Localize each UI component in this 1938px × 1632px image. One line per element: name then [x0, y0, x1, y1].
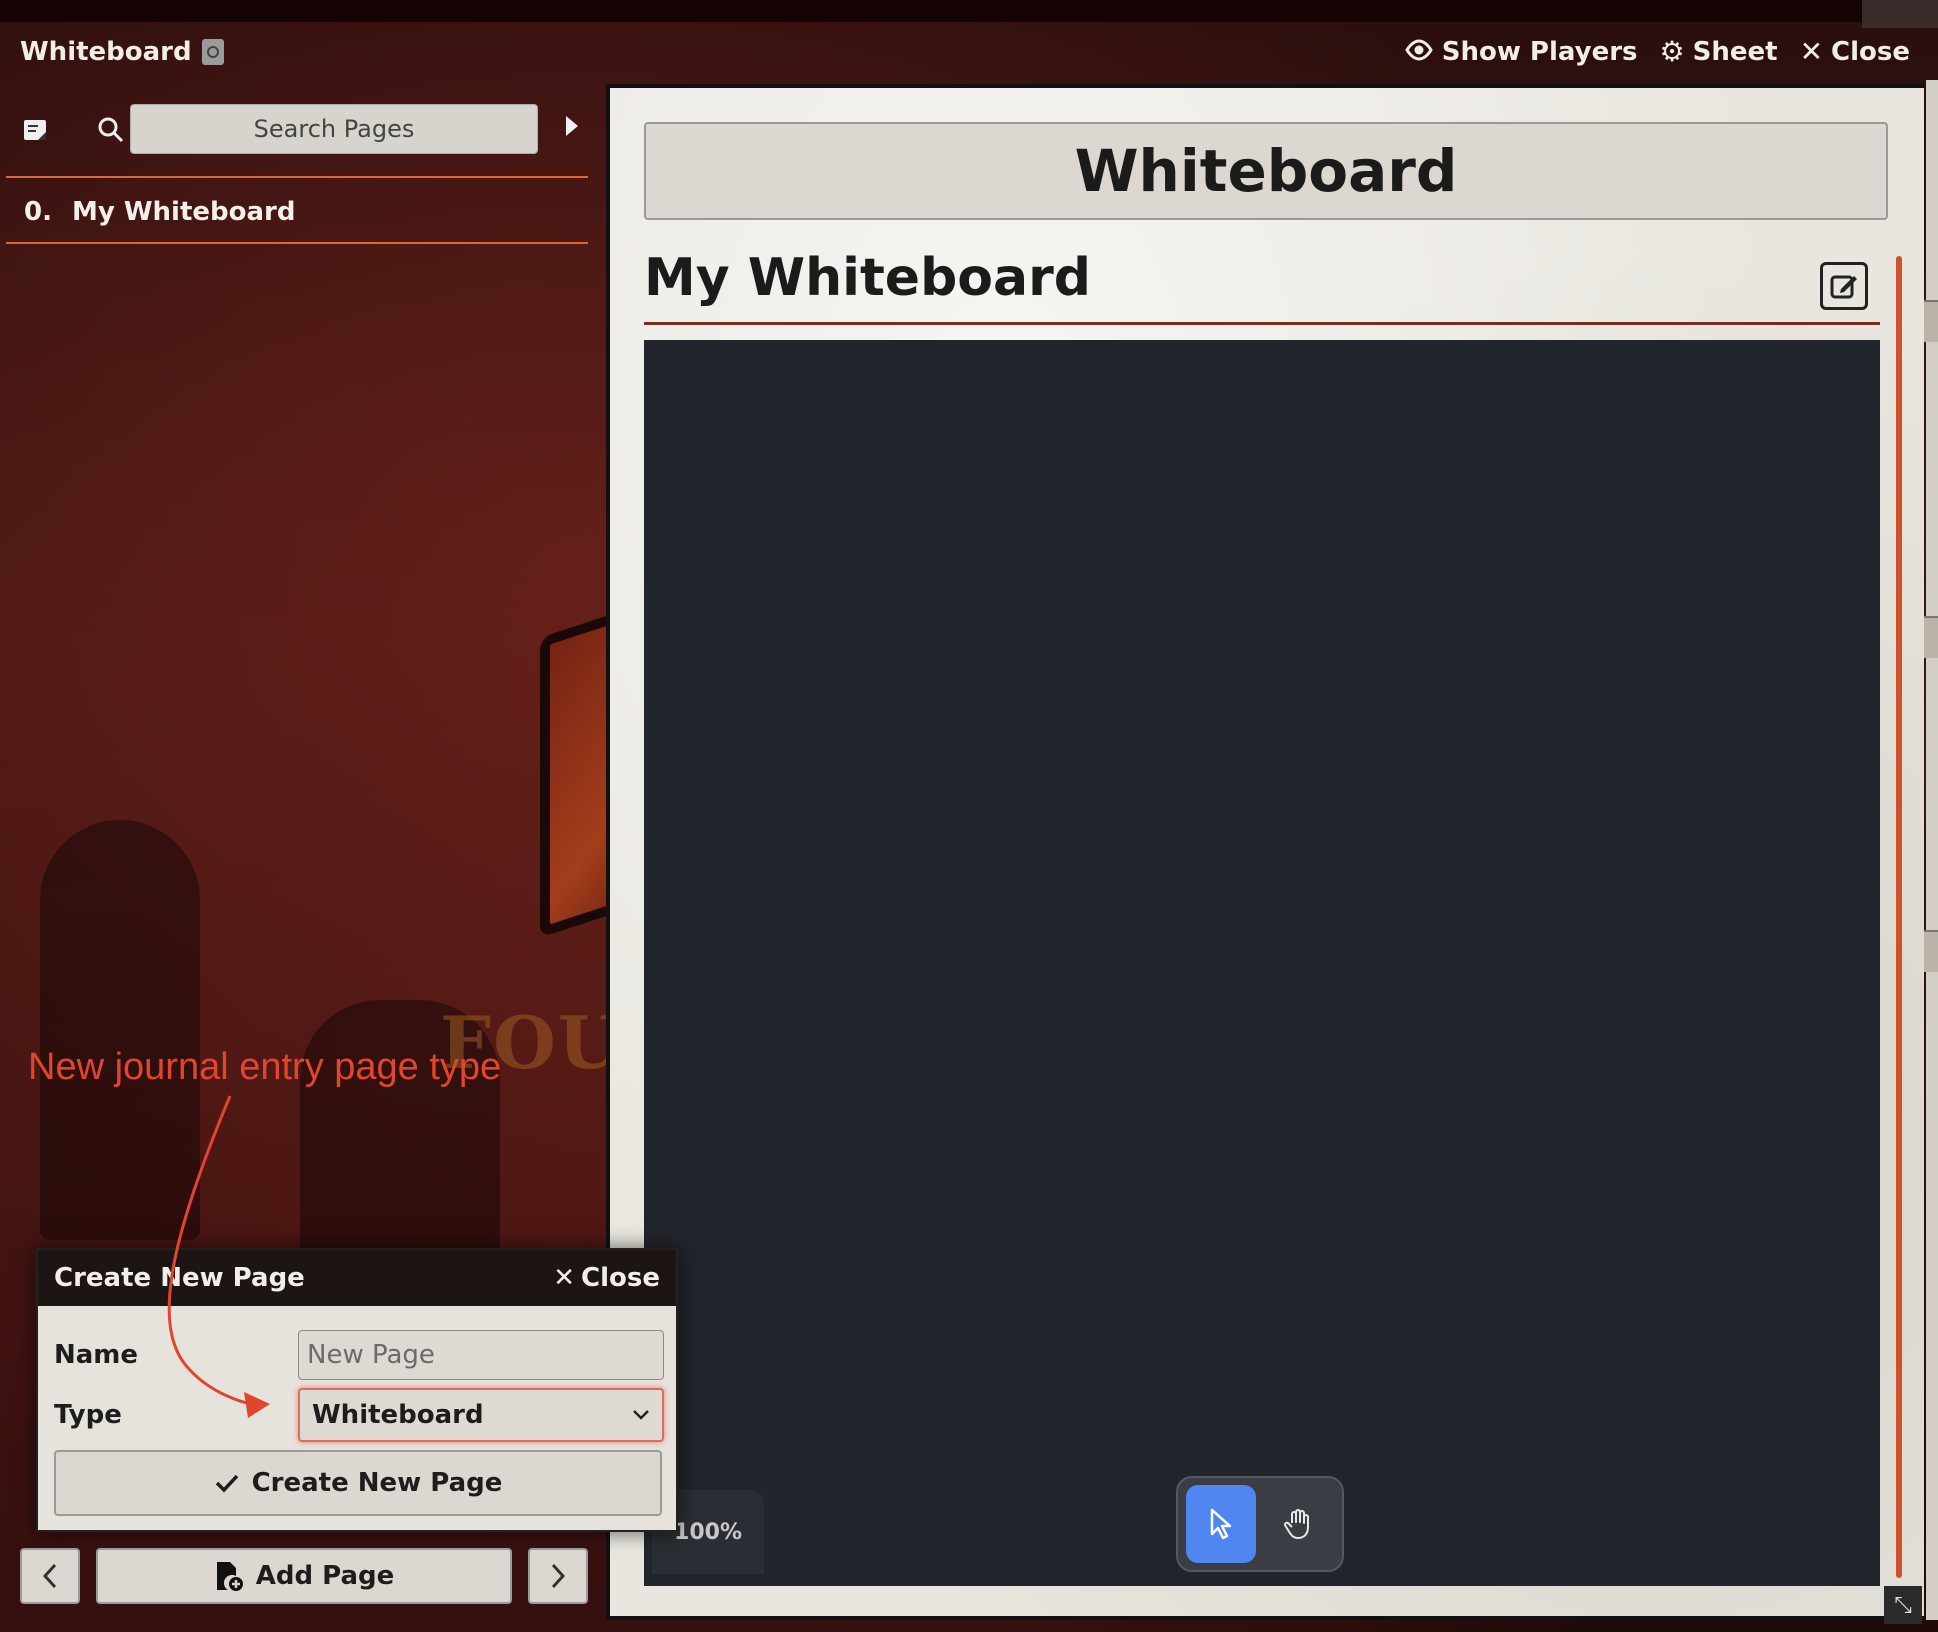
add-page-label: Add Page — [255, 1561, 395, 1591]
sheet-label: Sheet — [1692, 37, 1778, 67]
journal-sheet: Whiteboard My Whiteboard 100% — [606, 84, 1924, 1620]
scrollbar[interactable] — [1896, 256, 1902, 1578]
top-strip — [0, 0, 1938, 22]
window-title: Whiteboard — [20, 30, 224, 74]
chevron-right-icon — [551, 1563, 566, 1589]
eye-icon — [1404, 38, 1434, 67]
hand-icon — [1284, 1509, 1309, 1539]
file-add-icon — [216, 1562, 243, 1591]
sheet-button[interactable]: ⚙ Sheet — [1660, 37, 1778, 67]
sidebar-tools — [20, 104, 126, 156]
edit-icon — [1830, 275, 1857, 299]
page-number: 0. — [24, 197, 52, 227]
document-id-icon[interactable] — [201, 39, 224, 65]
toc-toggle-icon[interactable] — [20, 115, 50, 145]
select-tool-button[interactable] — [1186, 1485, 1256, 1563]
gear-icon: ⚙ — [1659, 35, 1685, 68]
page-heading: My Whiteboard — [644, 248, 1091, 308]
dialog-header[interactable]: Create New Page ✕ Close — [38, 1250, 676, 1306]
type-label: Type — [54, 1400, 122, 1430]
adjacent-window-edge — [1924, 300, 1938, 342]
create-page-submit-button[interactable]: Create New Page — [54, 1450, 662, 1516]
close-button[interactable]: ✕ Close — [1800, 37, 1910, 67]
close-label: Close — [1831, 37, 1910, 67]
whiteboard-toolbar — [1176, 1476, 1344, 1572]
heading-rule — [644, 322, 1880, 325]
page-name-input[interactable] — [298, 1330, 664, 1380]
check-icon — [215, 1474, 238, 1493]
chevron-left-icon — [42, 1563, 57, 1589]
search-pages-input[interactable] — [130, 104, 538, 154]
next-page-button[interactable] — [528, 1548, 588, 1604]
pointer-icon — [1210, 1508, 1232, 1540]
window-actions: Show Players ⚙ Sheet ✕ Close — [1404, 30, 1910, 74]
background-figure — [40, 820, 200, 1240]
edit-page-button[interactable] — [1820, 262, 1868, 310]
sidebar-divider — [6, 242, 588, 244]
close-icon: ✕ — [1799, 35, 1824, 68]
sidebar-page-item[interactable]: 0. My Whiteboard — [24, 192, 295, 232]
add-page-button[interactable]: Add Page — [96, 1548, 512, 1604]
whiteboard-canvas[interactable]: 100% — [644, 340, 1880, 1586]
chevron-down-icon — [633, 1410, 649, 1420]
previous-page-button[interactable] — [20, 1548, 80, 1604]
page-type-value: Whiteboard — [312, 1400, 484, 1430]
adjacent-window-edge — [1924, 930, 1938, 972]
adjacent-window-edge — [1924, 616, 1938, 658]
submit-label: Create New Page — [251, 1468, 503, 1498]
name-label: Name — [54, 1340, 139, 1370]
collapse-sidebar-arrow-icon[interactable] — [566, 116, 578, 136]
journal-title[interactable]: Whiteboard — [644, 122, 1888, 220]
dialog-close-button[interactable]: ✕ Close — [553, 1263, 660, 1293]
page-label: My Whiteboard — [71, 197, 296, 227]
pan-tool-button[interactable] — [1264, 1485, 1334, 1563]
close-icon: ✕ — [553, 1263, 576, 1293]
window-title-label: Whiteboard — [20, 37, 192, 67]
dialog-close-label: Close — [581, 1263, 660, 1293]
show-players-button[interactable]: Show Players — [1404, 37, 1638, 67]
sidebar-divider — [6, 176, 588, 178]
annotation-label: New journal entry page type — [28, 1046, 502, 1088]
page-type-select[interactable]: Whiteboard — [298, 1388, 664, 1442]
show-players-label: Show Players — [1441, 37, 1638, 67]
resize-handle-icon[interactable]: ⤡ — [1884, 1586, 1922, 1624]
create-page-dialog: Create New Page ✕ Close Name Type Whiteb… — [36, 1248, 678, 1532]
dialog-title: Create New Page — [54, 1263, 305, 1293]
search-icon[interactable] — [96, 115, 126, 145]
chat-bubble-icon[interactable] — [1862, 0, 1938, 28]
